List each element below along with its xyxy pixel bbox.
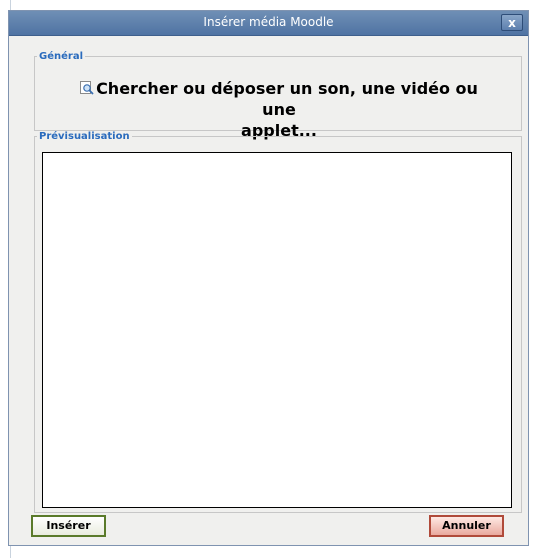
dialog-title: Insérer média Moodle bbox=[203, 15, 334, 29]
cancel-button[interactable]: Annuler bbox=[429, 515, 504, 537]
browse-media-label-line1: Chercher ou déposer un son, une vidéo ou… bbox=[96, 79, 478, 119]
dialog-titlebar[interactable]: Insérer média Moodle x bbox=[9, 11, 528, 36]
insert-button[interactable]: Insérer bbox=[31, 515, 106, 537]
close-button[interactable]: x bbox=[501, 14, 523, 31]
preview-fieldset: Prévisualisation bbox=[34, 131, 522, 513]
insert-media-dialog: Insérer média Moodle x Général Chercher … bbox=[8, 10, 529, 546]
search-icon bbox=[80, 79, 94, 95]
preview-legend: Prévisualisation bbox=[39, 131, 130, 142]
browse-media-button[interactable]: Chercher ou déposer un son, une vidéo ou… bbox=[69, 78, 489, 140]
page-background-right bbox=[529, 0, 539, 558]
general-legend: Général bbox=[39, 51, 83, 62]
general-fieldset: Général Chercher ou déposer un son, une … bbox=[34, 51, 522, 140]
preview-area bbox=[42, 152, 512, 508]
